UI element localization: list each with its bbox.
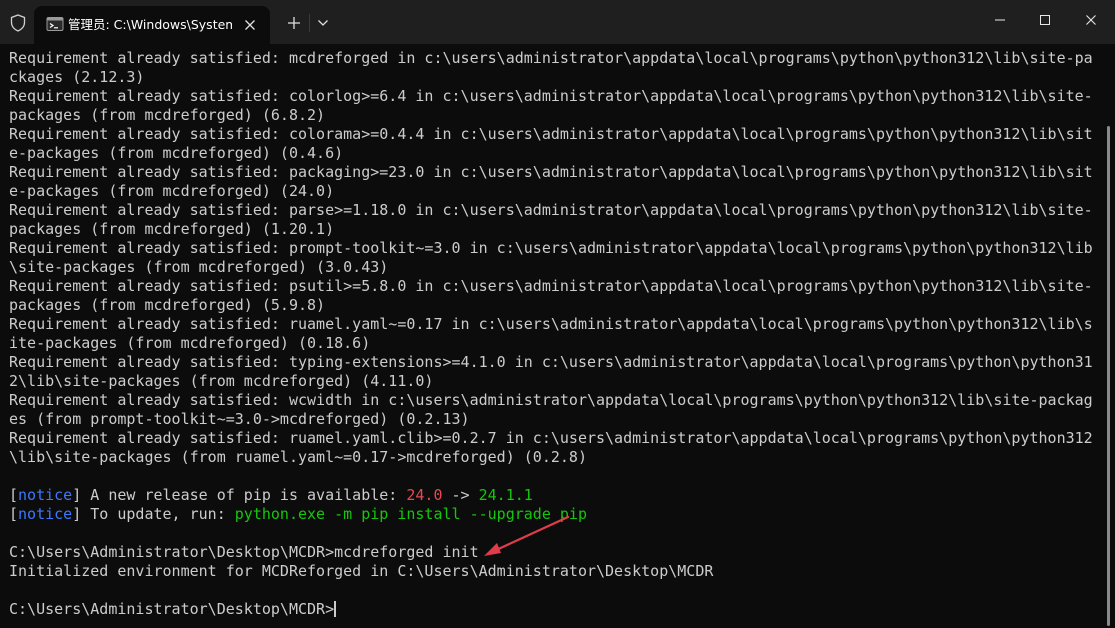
terminal-text: Requirement already satisfied: typing-ex… <box>9 353 1093 371</box>
terminal-text: \site-packages (from mcdreforged) (3.0.4… <box>9 258 389 276</box>
terminal-line: [notice] A new release of pip is availab… <box>9 486 533 505</box>
terminal-text: e-packages (from mcdreforged) (0.4.6) <box>9 144 344 162</box>
red-text: 24.0 <box>406 486 443 504</box>
terminal-text: [ <box>9 505 19 523</box>
terminal-line: Requirement already satisfied: colorlog>… <box>9 87 1093 106</box>
terminal-line: Requirement already satisfied: packaging… <box>9 163 1093 182</box>
terminal-text: packages (from mcdreforged) (6.8.2) <box>9 106 326 124</box>
terminal-text: Initialized environment for MCDReforged … <box>9 562 714 580</box>
terminal-line: Requirement already satisfied: wcwidth i… <box>9 391 1093 410</box>
terminal-line: e-packages (from mcdreforged) (0.4.6) <box>9 144 343 163</box>
terminal-text: \lib\site-packages (from ruamel.yaml~=0.… <box>9 448 587 466</box>
terminal-text: Requirement already satisfied: mcdreforg… <box>9 49 1093 67</box>
terminal-text: packages (from mcdreforged) (1.20.1) <box>9 220 335 238</box>
notice-text: notice <box>18 486 73 504</box>
terminal-line: Initialized environment for MCDReforged … <box>9 562 713 581</box>
terminal-line: \lib\site-packages (from ruamel.yaml~=0.… <box>9 448 587 467</box>
tab-separator <box>309 14 310 32</box>
terminal-text: Requirement already satisfied: ruamel.ya… <box>9 429 1093 447</box>
terminal-line: Requirement already satisfied: ruamel.ya… <box>9 429 1093 448</box>
terminal-line: Requirement already satisfied: prompt-to… <box>9 239 1093 258</box>
terminal-icon <box>46 16 64 32</box>
terminal-line: es (from prompt-toolkit~=3.0->mcdreforge… <box>9 410 470 429</box>
terminal-text: packages (from mcdreforged) (5.9.8) <box>9 296 326 314</box>
terminal-text: Requirement already satisfied: colorlog>… <box>9 87 1093 105</box>
terminal-line: ckages (2.12.3) <box>9 68 144 87</box>
terminal-line: C:\Users\Administrator\Desktop\MCDR> <box>9 600 336 619</box>
terminal-text: Requirement already satisfied: colorama>… <box>9 125 1093 143</box>
plus-icon[interactable] <box>282 12 306 34</box>
title-bar: 管理员: C:\Windows\System32 <box>0 0 1115 44</box>
tab-title: 管理员: C:\Windows\System32 <box>68 17 232 32</box>
terminal-line: Requirement already satisfied: ruamel.ya… <box>9 315 1093 334</box>
text-cursor <box>334 601 336 617</box>
terminal-line: Requirement already satisfied: mcdreforg… <box>9 49 1093 68</box>
minimize-button[interactable] <box>977 0 1023 40</box>
terminal-text: ckages (2.12.3) <box>9 68 145 86</box>
terminal-line: Requirement already satisfied: colorama>… <box>9 125 1093 144</box>
terminal-text: ] A new release of pip is available: <box>72 486 407 504</box>
terminal-line: ite-packages (from mcdreforged) (0.18.6) <box>9 334 370 353</box>
terminal-line: 2\lib\site-packages (from mcdreforged) (… <box>9 372 433 391</box>
close-button[interactable] <box>1068 0 1114 40</box>
terminal-tab[interactable]: 管理员: C:\Windows\System32 <box>34 6 270 44</box>
terminal-text: Requirement already satisfied: prompt-to… <box>9 239 1093 257</box>
maximize-button[interactable] <box>1022 0 1068 40</box>
terminal-line: Requirement already satisfied: typing-ex… <box>9 353 1093 372</box>
terminal-line: Requirement already satisfied: psutil>=5… <box>9 277 1093 296</box>
terminal-text: es (from prompt-toolkit~=3.0->mcdreforge… <box>9 410 470 428</box>
shield-icon[interactable] <box>8 12 28 34</box>
terminal-line: Requirement already satisfied: parse>=1.… <box>9 201 1093 220</box>
terminal-text: C:\Users\Administrator\Desktop\MCDR>mcdr… <box>9 543 479 561</box>
terminal-text: Requirement already satisfied: psutil>=5… <box>9 277 1093 295</box>
terminal-text: Requirement already satisfied: wcwidth i… <box>9 391 1093 409</box>
terminal-text: e-packages (from mcdreforged) (24.0) <box>9 182 335 200</box>
terminal-text: -> <box>442 486 479 504</box>
green-text: 24.1.1 <box>478 486 533 504</box>
terminal-line: packages (from mcdreforged) (1.20.1) <box>9 220 334 239</box>
terminal-line: C:\Users\Administrator\Desktop\MCDR>mcdr… <box>9 543 479 562</box>
chevron-down-icon[interactable] <box>313 12 333 34</box>
terminal-text: 2\lib\site-packages (from mcdreforged) (… <box>9 372 434 390</box>
annotation-arrow <box>484 515 570 556</box>
notice-text: notice <box>18 505 73 523</box>
terminal-text: ] To update, run: <box>72 505 235 523</box>
terminal-text: ite-packages (from mcdreforged) (0.18.6) <box>9 334 371 352</box>
scrollbar-thumb[interactable] <box>1107 126 1110 626</box>
terminal-line: packages (from mcdreforged) (5.9.8) <box>9 296 325 315</box>
close-icon[interactable] <box>240 15 260 35</box>
terminal-text: [ <box>9 486 19 504</box>
terminal-line: e-packages (from mcdreforged) (24.0) <box>9 182 334 201</box>
terminal-line: packages (from mcdreforged) (6.8.2) <box>9 106 325 125</box>
terminal-text: Requirement already satisfied: ruamel.ya… <box>9 315 1093 333</box>
terminal-text: C:\Users\Administrator\Desktop\MCDR> <box>9 600 335 618</box>
terminal-text: Requirement already satisfied: parse>=1.… <box>9 201 1093 219</box>
terminal-text: Requirement already satisfied: packaging… <box>9 163 1093 181</box>
terminal-line: \site-packages (from mcdreforged) (3.0.4… <box>9 258 388 277</box>
